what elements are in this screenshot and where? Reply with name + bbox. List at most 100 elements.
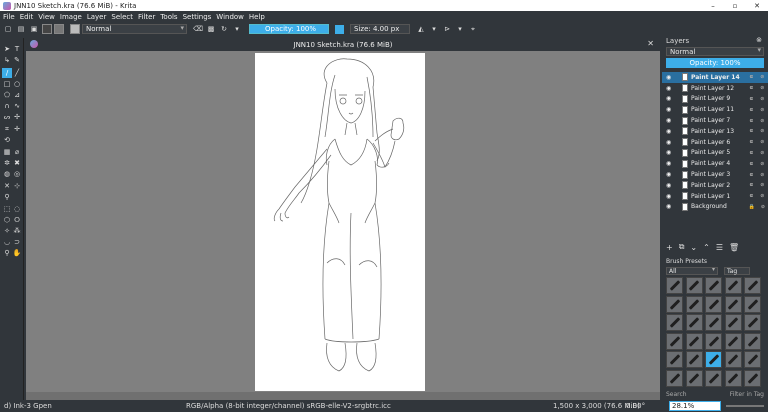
menu-window[interactable]: Window xyxy=(216,13,244,21)
zoom-input[interactable]: 28.1% xyxy=(669,401,721,411)
layer-opacity-slider[interactable]: Opacity: 100% xyxy=(666,58,764,68)
reload-preset-icon[interactable]: ↻ xyxy=(219,24,229,34)
color-picker-icon[interactable]: ⌀ xyxy=(12,147,22,157)
similar-select-icon[interactable]: ⁂ xyxy=(12,226,22,236)
visibility-eye-icon[interactable]: ◉ xyxy=(666,149,674,156)
mirror-vertical-icon[interactable]: ⊳ xyxy=(442,24,452,34)
chevron-down-icon[interactable]: ▾ xyxy=(232,24,242,34)
brush-preset-thumbnail[interactable] xyxy=(666,314,683,331)
brush-preset-thumbnail[interactable] xyxy=(685,332,703,350)
ellipse-select-icon[interactable]: ◌ xyxy=(12,204,22,214)
gradient-swatch[interactable] xyxy=(42,24,52,34)
flow-indicator[interactable] xyxy=(335,24,344,34)
edit-shapes-icon[interactable]: ↳ xyxy=(2,55,12,65)
brush-preset-thumbnail[interactable] xyxy=(705,277,722,294)
brush-preset-thumbnail[interactable] xyxy=(685,277,703,294)
visibility-eye-icon[interactable]: ◉ xyxy=(666,160,674,167)
brush-filter-select[interactable]: All xyxy=(666,266,718,275)
colorize-mask-icon[interactable]: ✲ xyxy=(2,158,12,168)
freehand-brush-icon[interactable]: / xyxy=(2,68,12,78)
calligraphy-icon[interactable]: ✎ xyxy=(12,55,22,65)
brush-preset-thumbnail[interactable] xyxy=(705,332,722,350)
visibility-eye-icon[interactable]: ◉ xyxy=(666,74,674,81)
polygon-tool-icon[interactable]: ⬠ xyxy=(2,90,12,100)
visibility-eye-icon[interactable]: ◉ xyxy=(666,106,674,113)
transform-tool-icon[interactable]: ⟲ xyxy=(2,135,12,145)
chevron-down-icon[interactable]: ▾ xyxy=(455,24,465,34)
visibility-eye-icon[interactable]: ◉ xyxy=(666,117,674,124)
menu-image[interactable]: Image xyxy=(60,13,82,21)
move-tool-icon[interactable]: ✛ xyxy=(12,124,22,134)
menu-file[interactable]: File xyxy=(3,13,15,21)
menu-edit[interactable]: Edit xyxy=(20,13,34,21)
bezier-tool-icon[interactable]: ∩ xyxy=(2,101,12,111)
move-up-icon[interactable]: ⌃ xyxy=(703,243,710,252)
brush-preset-thumbnail[interactable] xyxy=(685,314,703,331)
select-shapes-icon[interactable]: ➤ xyxy=(2,44,12,54)
brush-preset-thumbnail[interactable] xyxy=(666,332,683,350)
visibility-eye-icon[interactable]: ◉ xyxy=(666,193,674,200)
menu-select[interactable]: Select xyxy=(111,13,133,21)
rotation-label[interactable]: 0.00° xyxy=(626,402,645,410)
polygon-select-icon[interactable]: ⬡ xyxy=(2,215,12,225)
menu-tools[interactable]: Tools xyxy=(160,13,177,21)
brush-preset-thumbnail[interactable] xyxy=(724,351,742,368)
layer-flags[interactable]: α ⊘ xyxy=(746,128,768,134)
measure-tool-icon[interactable]: ⊹ xyxy=(12,181,22,191)
multibrush-icon[interactable]: ✢ xyxy=(12,112,22,122)
layer-row[interactable]: ◉ Paint Layer 3 α ⊘ xyxy=(662,169,768,180)
layer-row[interactable]: ◉ Paint Layer 4 α ⊘ xyxy=(662,158,768,169)
brush-preset-thumbnail[interactable] xyxy=(744,369,761,387)
brush-preset-thumbnail[interactable] xyxy=(705,295,722,313)
visibility-eye-icon[interactable]: ◉ xyxy=(666,139,674,146)
brush-preset-thumbnail[interactable] xyxy=(724,314,742,331)
reference-tool-icon[interactable]: ⚲ xyxy=(2,192,12,202)
brush-preset-thumbnail[interactable] xyxy=(666,351,683,368)
contiguous-select-icon[interactable]: ✧ xyxy=(2,226,12,236)
brush-preset-thumbnail[interactable] xyxy=(724,369,742,387)
brush-preset-thumbnail[interactable] xyxy=(705,369,722,387)
layer-row[interactable]: ◉ Paint Layer 11 α ⊘ xyxy=(662,104,768,115)
gradient-tool-icon[interactable]: ▦ xyxy=(2,147,12,157)
layer-row[interactable]: ◉ Background 🔒 ⊘ xyxy=(662,202,768,213)
menu-settings[interactable]: Settings xyxy=(183,13,212,21)
text-tool-icon[interactable]: T xyxy=(12,44,22,54)
brush-preset-thumbnail[interactable] xyxy=(744,351,761,368)
brush-preset-thumbnail[interactable] xyxy=(744,332,761,350)
dynamic-brush-icon[interactable]: ᔕ xyxy=(2,112,12,122)
layer-flags[interactable]: α ⊘ xyxy=(746,193,768,199)
layer-row[interactable]: ◉ Paint Layer 5 α ⊘ xyxy=(662,148,768,159)
brush-preset-thumbnail[interactable] xyxy=(685,295,703,313)
visibility-eye-icon[interactable]: ◉ xyxy=(666,171,674,178)
layer-row[interactable]: ◉ Paint Layer 7 α ⊘ xyxy=(662,115,768,126)
duplicate-layer-icon[interactable]: ⧉ xyxy=(679,242,685,252)
close-document-icon[interactable]: ✕ xyxy=(647,39,654,48)
zoom-slider[interactable] xyxy=(726,405,764,407)
brush-preset-swatch[interactable] xyxy=(70,24,80,34)
wrap-around-icon[interactable]: ⌖ xyxy=(468,24,478,34)
rectangle-tool-icon[interactable]: □ xyxy=(2,79,12,89)
rect-select-icon[interactable]: ⬚ xyxy=(2,204,12,214)
minimize-button[interactable]: – xyxy=(702,0,724,11)
assistant-tool-icon[interactable]: ✕ xyxy=(2,181,12,191)
enclose-fill-icon[interactable]: ◎ xyxy=(12,169,22,179)
mirror-horizontal-icon[interactable]: ◭ xyxy=(416,24,426,34)
layer-flags[interactable]: 🔒 ⊘ xyxy=(746,204,768,210)
visibility-eye-icon[interactable]: ◉ xyxy=(666,128,674,135)
layer-row[interactable]: ◉ Paint Layer 1 α ⊘ xyxy=(662,191,768,202)
crop-tool-icon[interactable]: ⌗ xyxy=(2,124,12,134)
brush-preset-thumbnail[interactable] xyxy=(705,314,722,331)
brush-preset-thumbnail[interactable] xyxy=(724,277,742,294)
brush-preset-thumbnail[interactable] xyxy=(744,277,761,294)
new-document-icon[interactable]: ▢ xyxy=(3,24,13,34)
magnetic-select-icon[interactable]: ⊃ xyxy=(12,237,22,247)
add-layer-icon[interactable]: + xyxy=(666,243,673,252)
close-window-button[interactable]: ✕ xyxy=(746,0,768,11)
brush-preset-thumbnail[interactable] xyxy=(666,277,683,294)
chevron-down-icon[interactable]: ▾ xyxy=(429,24,439,34)
brush-preset-thumbnail[interactable] xyxy=(705,351,722,368)
layer-flags[interactable]: α ⊘ xyxy=(746,182,768,188)
maximize-button[interactable]: ▫ xyxy=(724,0,746,11)
menu-view[interactable]: View xyxy=(38,13,55,21)
line-tool-icon[interactable]: ╱ xyxy=(12,68,22,78)
